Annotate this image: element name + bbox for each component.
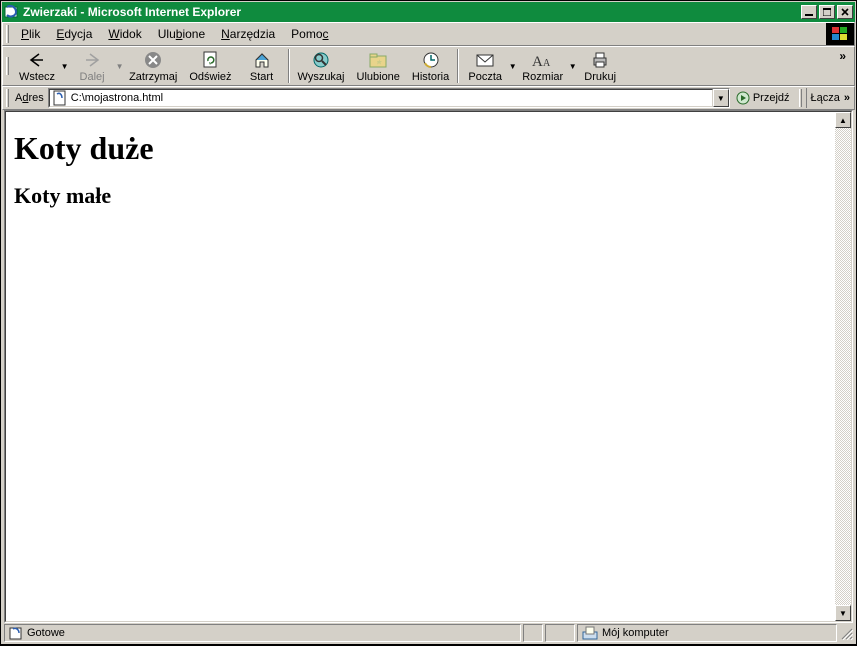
refresh-icon <box>202 50 218 70</box>
scroll-track[interactable] <box>835 128 851 605</box>
menu-bar: Plik Edycja Widok Ulubione Narzędzia Pom… <box>2 22 855 46</box>
ie-icon <box>4 4 20 20</box>
vertical-scrollbar[interactable]: ▲ ▼ <box>835 112 851 621</box>
page-heading-2: Koty małe <box>14 183 827 209</box>
menu-view[interactable]: Widok <box>100 24 149 44</box>
browser-window: Zwierzaki - Microsoft Internet Explorer … <box>1 1 856 644</box>
maximize-button[interactable] <box>819 5 835 19</box>
status-bar: Gotowe Mój komputer <box>2 623 855 643</box>
home-button[interactable]: Start <box>238 47 286 85</box>
page-icon <box>52 90 68 106</box>
toolbar-overflow[interactable]: » <box>835 49 850 63</box>
print-icon <box>591 50 609 70</box>
go-button[interactable]: Przejdź <box>730 88 796 108</box>
menu-help[interactable]: Pomoc <box>283 24 336 44</box>
grip-icon <box>6 89 9 107</box>
menu-edit[interactable]: Edycja <box>48 24 100 44</box>
grip-icon <box>6 25 9 43</box>
content-area: Koty duże Koty małe ▲ ▼ <box>4 110 853 623</box>
history-button[interactable]: Historia <box>406 47 455 85</box>
status-cell-2 <box>545 624 575 642</box>
forward-arrow-icon <box>82 50 102 70</box>
brand-logo <box>826 23 854 45</box>
search-icon <box>312 50 330 70</box>
grip-icon <box>6 57 9 75</box>
separator-icon <box>288 49 290 83</box>
refresh-button[interactable]: Odśwież <box>183 47 237 85</box>
font-size-icon: AA <box>532 50 554 70</box>
svg-text:A: A <box>532 54 543 68</box>
back-button[interactable]: Wstecz <box>13 47 61 85</box>
back-arrow-icon <box>27 50 47 70</box>
size-dropdown[interactable]: ▼ <box>569 47 576 85</box>
mail-button[interactable]: Poczta <box>461 47 509 85</box>
favorites-button[interactable]: Ulubione <box>351 47 406 85</box>
size-button[interactable]: AA Rozmiar <box>516 47 569 85</box>
stop-button[interactable]: Zatrzymaj <box>123 47 183 85</box>
resize-grip-icon[interactable] <box>839 624 855 642</box>
favorites-icon <box>368 50 388 70</box>
page-viewport: Koty duże Koty małe <box>6 112 835 621</box>
address-bar: Adres C:\mojastrona.html ▼ Przejdź Łącza… <box>2 86 855 110</box>
window-title: Zwierzaki - Microsoft Internet Explorer <box>23 5 799 19</box>
stop-icon <box>144 50 162 70</box>
toolbar: Wstecz ▼ Dalej ▼ Zatrzymaj Odśwież Start… <box>2 46 855 86</box>
mail-dropdown[interactable]: ▼ <box>509 47 516 85</box>
scroll-up-button[interactable]: ▲ <box>835 112 851 128</box>
address-dropdown[interactable]: ▼ <box>713 89 729 107</box>
address-combobox[interactable]: C:\mojastrona.html ▼ <box>48 88 730 108</box>
minimize-button[interactable] <box>801 5 817 19</box>
links-bar[interactable]: Łącza » <box>806 88 854 108</box>
svg-text:A: A <box>543 58 551 68</box>
address-label: Adres <box>13 92 48 104</box>
menu-favorites[interactable]: Ulubione <box>150 24 213 44</box>
address-input[interactable]: C:\mojastrona.html <box>71 92 712 104</box>
mail-icon <box>475 50 495 70</box>
search-button[interactable]: Wyszukaj <box>292 47 351 85</box>
home-icon <box>253 50 271 70</box>
status-zone: Mój komputer <box>577 624 837 642</box>
back-dropdown[interactable]: ▼ <box>61 47 68 85</box>
forward-dropdown[interactable]: ▼ <box>116 47 123 85</box>
menu-file[interactable]: Plik <box>13 24 48 44</box>
menu-tools[interactable]: Narzędzia <box>213 24 283 44</box>
forward-button[interactable]: Dalej <box>68 47 116 85</box>
status-ready: Gotowe <box>4 624 521 642</box>
title-bar: Zwierzaki - Microsoft Internet Explorer <box>2 2 855 22</box>
history-icon <box>422 50 440 70</box>
separator-icon <box>457 49 459 83</box>
close-button[interactable] <box>837 5 853 19</box>
page-heading-1: Koty duże <box>14 130 827 167</box>
status-cell-1 <box>523 624 543 642</box>
print-button[interactable]: Drukuj <box>576 47 624 85</box>
grip-icon <box>799 89 802 107</box>
scroll-down-button[interactable]: ▼ <box>835 605 851 621</box>
